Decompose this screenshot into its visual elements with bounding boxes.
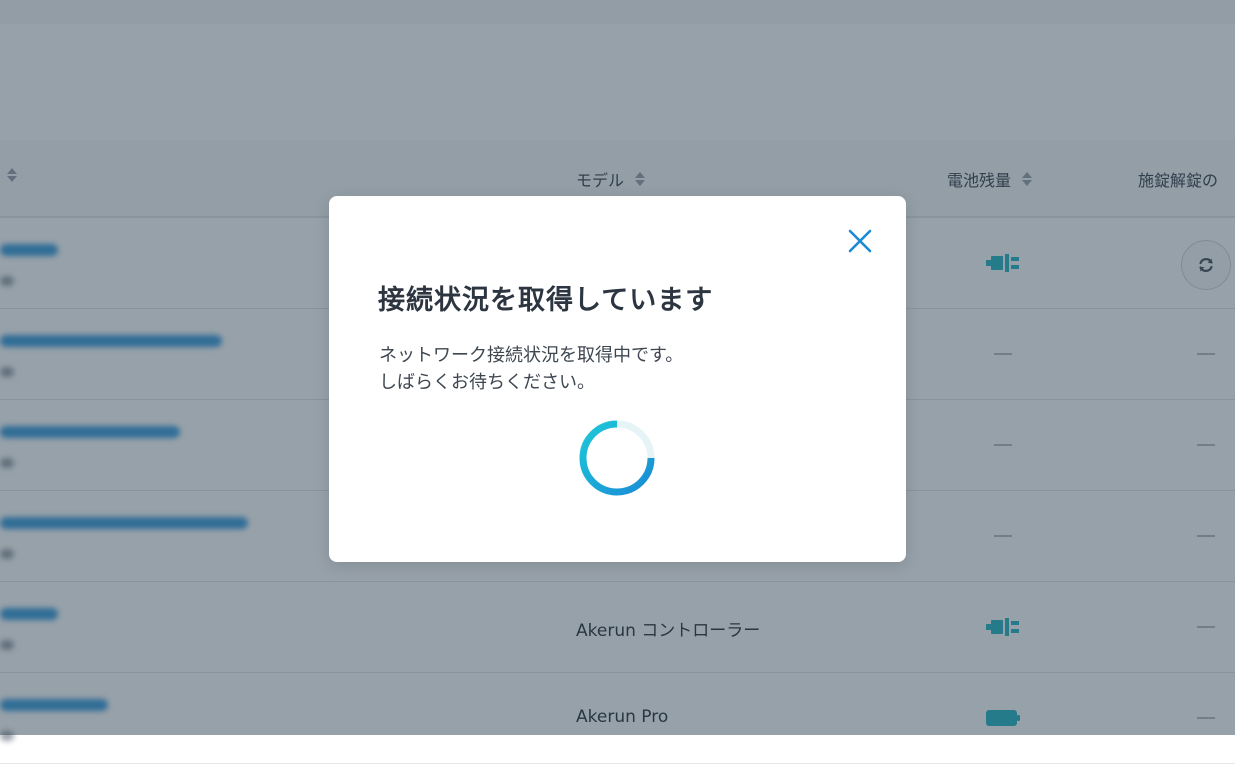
close-button[interactable] [843,224,877,258]
close-icon [848,229,872,253]
dialog-message-line-2: しばらくお待ちください。 [379,372,595,393]
loading-spinner-icon [579,420,655,496]
dialog-message: ネットワーク接続状況を取得中です。 しばらくお待ちください。 [379,342,683,396]
dialog-title: 接続状況を取得しています [378,285,714,316]
dialog-message-line-1: ネットワーク接続状況を取得中です。 [379,345,684,366]
connection-status-dialog: 接続状況を取得しています ネットワーク接続状況を取得中です。 しばらくお待ちくだ… [329,196,906,562]
